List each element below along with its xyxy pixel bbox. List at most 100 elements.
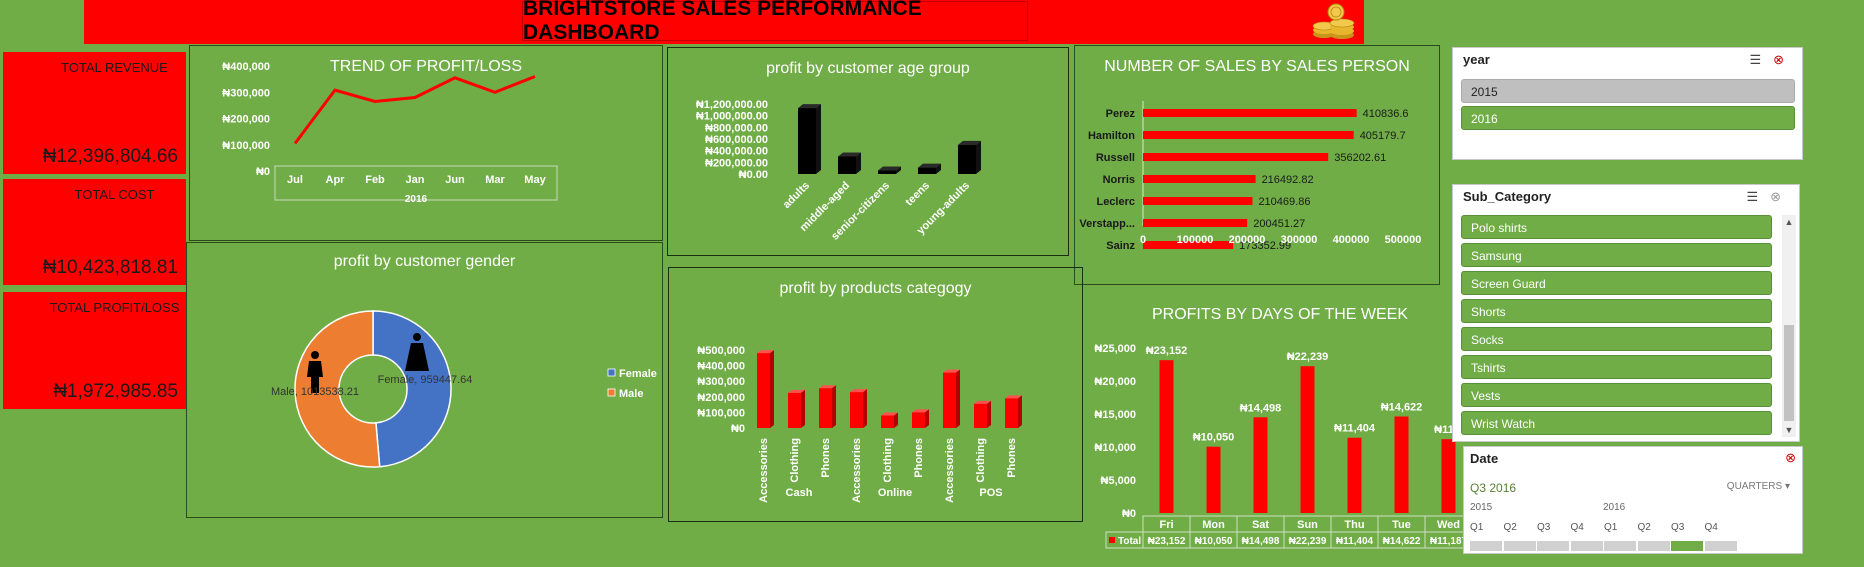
kpi-value: ₦10,423,818.81 (42, 257, 178, 278)
products-chart: profit by products categogy ₦500,000 ₦400… (668, 267, 1083, 522)
year-slicer: year ☰⊗ 2015 2016 (1452, 47, 1803, 160)
timeline-quarter-cell[interactable] (1570, 541, 1603, 551)
legend-label: Male (619, 388, 643, 400)
profit-line (293, 75, 536, 145)
bar (1159, 360, 1174, 513)
timeline-quarter-label: Q1 (1604, 522, 1618, 533)
table-value: ₦14,498 (1242, 536, 1280, 547)
timeline-quarter-cell[interactable] (1470, 541, 1502, 551)
y-tick-label: Verstapp... (1079, 218, 1135, 230)
timeline-quarter-cell[interactable] (1604, 541, 1636, 551)
data-label: ₦14,498 (1240, 402, 1282, 414)
date-timeline: Date ⊗ Q3 2016 QUARTERS ▾ 2015 2016 Q1 Q2… (1463, 446, 1803, 554)
data-label: 410836.6 (1363, 108, 1409, 120)
bar (1300, 366, 1315, 513)
y-tick-label: Hamilton (1088, 130, 1135, 142)
y-tick-label: ₦800,000.00 (705, 122, 768, 134)
timeline-quarter-cell[interactable] (1503, 541, 1536, 551)
scroll-thumb[interactable] (1784, 325, 1794, 421)
x-tick-label: Sun (1297, 519, 1318, 531)
kpi-value: ₦1,972,985.85 (53, 381, 178, 402)
timeline-quarter-label: Q2 (1503, 522, 1517, 533)
timeline-quarter-cell[interactable] (1671, 541, 1703, 551)
y-tick-label: ₦300,000 (222, 87, 270, 99)
y-tick-label: ₦0 (256, 166, 270, 178)
bar-side (832, 385, 836, 428)
slicer-item-tshirts[interactable]: Tshirts (1461, 355, 1772, 379)
slicer-item-shorts[interactable]: Shorts (1461, 299, 1772, 323)
slicer-item-samsung[interactable]: Samsung (1461, 243, 1772, 267)
bar (1206, 446, 1221, 513)
multi-select-icon[interactable]: ☰ (1746, 189, 1770, 204)
data-label: ₦10,050 (1193, 432, 1235, 444)
table-value: ₦14,622 (1383, 536, 1421, 547)
timeline-quarter-cell[interactable] (1537, 541, 1569, 551)
x-tick-label: Thu (1344, 519, 1364, 531)
y-tick-label: ₦100,000 (222, 140, 270, 152)
x-tick-label: Mon (1202, 519, 1225, 531)
timeline-quarter-label: Q3 (1671, 522, 1685, 533)
clear-filter-icon[interactable]: ⊗ (1770, 189, 1793, 204)
bar (1005, 398, 1018, 428)
scrollbar[interactable]: ▲ ▼ (1782, 215, 1796, 437)
table-series-label: Total (1118, 536, 1141, 547)
x-tick-label: Clothing (789, 438, 801, 483)
bar-side (976, 140, 981, 174)
timeline-level-dropdown[interactable]: QUARTERS ▾ (1727, 481, 1790, 492)
x-tick-label: Jul (287, 174, 303, 186)
data-label: 200451.27 (1253, 218, 1305, 230)
slicer-item-socks[interactable]: Socks (1461, 327, 1772, 351)
table-value: ₦23,152 (1148, 536, 1186, 547)
subcategory-slicer: Sub_Category ☰⊗ Polo shirts Samsung Screen… (1452, 184, 1800, 442)
x-tick-label: Accessories (758, 438, 770, 503)
clear-filter-icon[interactable]: ⊗ (1773, 52, 1796, 67)
timeline-quarter-label: Q4 (1704, 522, 1718, 533)
x-tick-label: Accessories (851, 438, 863, 503)
timeline-quarter-cell[interactable] (1704, 541, 1737, 551)
bar (1143, 109, 1357, 117)
y-tick-label: ₦600,000.00 (705, 134, 768, 146)
timeline-quarter-cell[interactable] (1637, 541, 1670, 551)
bar-side (1018, 395, 1022, 428)
x-tick-label: Jun (445, 174, 465, 186)
bar (1143, 197, 1253, 205)
bar (1347, 437, 1362, 513)
slicer-item-vests[interactable]: Vests (1461, 383, 1772, 407)
slicer-item-screen-guard[interactable]: Screen Guard (1461, 271, 1772, 295)
timeline-period: Q3 2016 (1470, 481, 1517, 495)
y-tick-label: ₦400,000.00 (705, 146, 768, 158)
x-tick-label: 400000 (1333, 234, 1370, 246)
scroll-down-icon[interactable]: ▼ (1782, 425, 1796, 435)
x-tick-label: Accessories (944, 438, 956, 503)
bar-side (816, 104, 821, 174)
x-tick-label: adults (781, 180, 812, 211)
data-label: ₦11,404 (1334, 423, 1376, 435)
slicer-item-wrist-watch[interactable]: Wrist Watch (1461, 411, 1772, 435)
data-label: Male, 1013538.21 (271, 386, 359, 398)
table-value: ₦11,187 (1430, 536, 1468, 547)
y-tick-label: ₦200,000 (222, 114, 270, 126)
data-label: 405179.7 (1360, 130, 1406, 142)
bar (1441, 439, 1456, 513)
kpi-label: TOTAL REVENUE (61, 60, 168, 75)
scroll-up-icon[interactable]: ▲ (1782, 217, 1796, 227)
doughnut-slice (372, 310, 452, 468)
legend-swatch (607, 388, 616, 397)
timeline-year: 2016 (1603, 502, 1626, 513)
x-tick-label: Phones (1006, 438, 1018, 478)
y-tick-label: ₦1,200,000.00 (696, 99, 768, 111)
chevron-down-icon: ▾ (1784, 481, 1790, 492)
x-tick-label: Clothing (882, 438, 894, 483)
y-tick-label: ₦500,000 (697, 345, 745, 357)
bar (819, 388, 832, 428)
slicer-toolbar: ☰⊗ (1749, 52, 1796, 68)
multi-select-icon[interactable]: ☰ (1749, 52, 1773, 67)
age-group-chart: profit by customer age group ₦1,200,000.… (667, 47, 1069, 256)
slicer-item-polo-shirts[interactable]: Polo shirts (1461, 215, 1772, 239)
data-label: Female, 959447.64 (378, 374, 473, 386)
clear-filter-icon[interactable]: ⊗ (1785, 450, 1796, 466)
slicer-item-2016[interactable]: 2016 (1461, 106, 1795, 130)
slicer-item-2015[interactable]: 2015 (1461, 79, 1795, 103)
coins-icon (1310, 2, 1358, 40)
bar (850, 392, 863, 428)
